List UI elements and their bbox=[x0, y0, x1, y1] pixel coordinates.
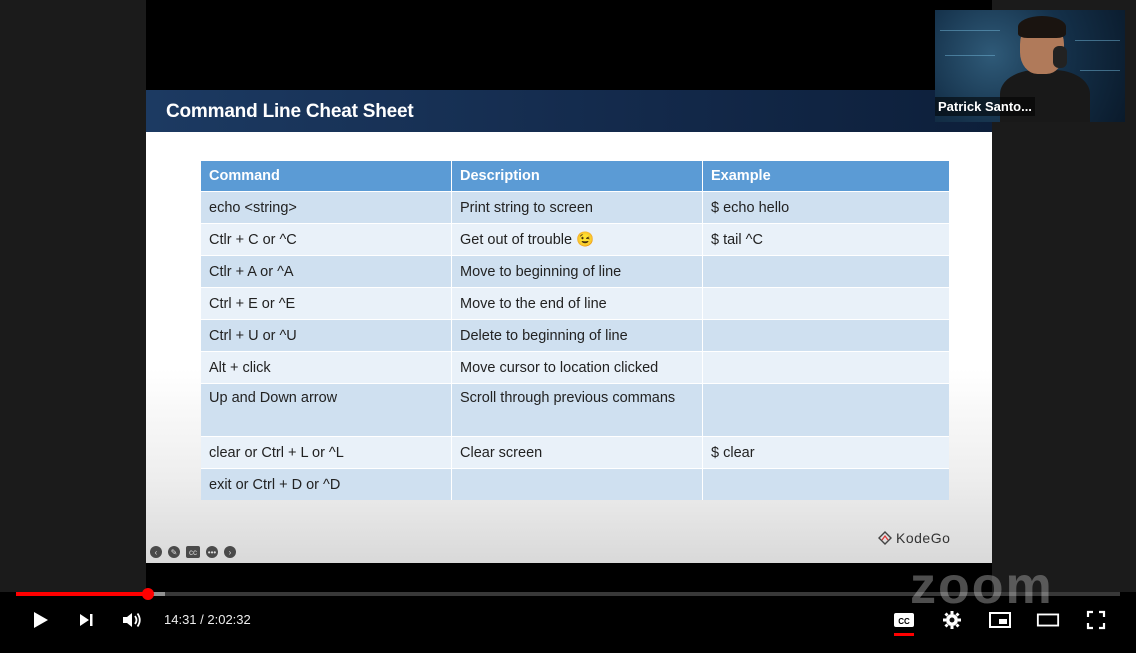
table-row: Alt + click Move cursor to location clic… bbox=[201, 351, 949, 384]
fullscreen-icon bbox=[1086, 610, 1106, 630]
cell-example bbox=[702, 287, 949, 320]
table-row: Up and Down arrow Scroll through previou… bbox=[201, 383, 949, 437]
cell-command: echo <string> bbox=[201, 191, 452, 224]
table-header-row: Command Description Example bbox=[201, 161, 949, 192]
miniplayer-icon bbox=[989, 612, 1011, 628]
zoom-annotation-toolbar: ‹ ✎ cc ••• › bbox=[150, 546, 236, 558]
settings-icon bbox=[943, 611, 961, 629]
fullscreen-button[interactable] bbox=[1084, 608, 1108, 632]
cell-description: Clear screen bbox=[451, 436, 703, 469]
cell-command: Ctlr + C or ^C bbox=[201, 223, 452, 256]
column-header-example: Example bbox=[702, 161, 949, 192]
cell-description: Delete to beginning of line bbox=[451, 319, 703, 352]
next-button[interactable] bbox=[74, 608, 98, 632]
player-controls: 14:31 / 2:02:32 CC bbox=[0, 600, 1136, 640]
table-row: exit or Ctrl + D or ^D bbox=[201, 468, 949, 500]
cell-description: Scroll through previous commans bbox=[451, 383, 703, 437]
video-letterbox-left bbox=[0, 0, 146, 592]
table-row: Ctrl + U or ^U Delete to beginning of li… bbox=[201, 319, 949, 352]
circuit-line bbox=[945, 55, 995, 56]
cell-description: Move to the end of line bbox=[451, 287, 703, 320]
play-button[interactable] bbox=[28, 608, 52, 632]
kodego-logo-text: KodeGo bbox=[896, 530, 951, 546]
settings-button[interactable] bbox=[940, 608, 964, 632]
more-icon: ••• bbox=[206, 546, 218, 558]
table-row: echo <string> Print string to screen $ e… bbox=[201, 191, 949, 224]
slide-top-band bbox=[146, 10, 992, 90]
cell-description: Get out of trouble 😉 bbox=[451, 223, 703, 256]
progress-bar[interactable] bbox=[16, 588, 1120, 600]
cell-command: exit or Ctrl + D or ^D bbox=[201, 468, 452, 500]
cell-command: clear or Ctrl + L or ^L bbox=[201, 436, 452, 469]
cell-command: Ctrl + E or ^E bbox=[201, 287, 452, 320]
cell-command: Ctlr + A or ^A bbox=[201, 255, 452, 288]
column-header-description: Description bbox=[451, 161, 703, 192]
cell-example bbox=[702, 351, 949, 384]
cell-example bbox=[702, 468, 949, 500]
cell-example bbox=[702, 255, 949, 288]
cell-description: Move to beginning of line bbox=[451, 255, 703, 288]
arrow-left-icon: ‹ bbox=[150, 546, 162, 558]
cheat-sheet-table: Command Description Example echo <string… bbox=[201, 161, 949, 500]
cell-description bbox=[451, 468, 703, 500]
slide-header: Command Line Cheat Sheet bbox=[146, 90, 992, 132]
pencil-icon: ✎ bbox=[168, 546, 180, 558]
captions-icon: CC bbox=[894, 613, 914, 627]
table-row: Ctlr + C or ^C Get out of trouble 😉 $ ta… bbox=[201, 223, 949, 256]
time-display: 14:31 / 2:02:32 bbox=[164, 612, 251, 627]
circuit-line bbox=[940, 30, 1000, 31]
arrow-right-icon: › bbox=[224, 546, 236, 558]
cell-example: $ echo hello bbox=[702, 191, 949, 224]
circuit-line bbox=[1080, 70, 1120, 71]
cell-example bbox=[702, 383, 949, 437]
miniplayer-button[interactable] bbox=[988, 608, 1012, 632]
theater-mode-button[interactable] bbox=[1036, 608, 1060, 632]
video-player[interactable]: Command Line Cheat Sheet Command Descrip… bbox=[0, 0, 1136, 653]
circuit-line bbox=[1075, 40, 1120, 41]
theater-icon bbox=[1036, 613, 1060, 627]
slide-title: Command Line Cheat Sheet bbox=[166, 101, 414, 122]
presenter-hair bbox=[1018, 16, 1066, 38]
cell-description: Move cursor to location clicked bbox=[451, 351, 703, 384]
microphone-icon bbox=[1053, 46, 1067, 68]
table-row: clear or Ctrl + L or ^L Clear screen $ c… bbox=[201, 436, 949, 469]
kodego-logo-icon bbox=[878, 531, 892, 545]
slide-footer bbox=[146, 563, 992, 592]
svg-text:CC: CC bbox=[898, 617, 910, 626]
captions-button[interactable]: CC bbox=[892, 608, 916, 632]
cell-example: $ tail ^C bbox=[702, 223, 949, 256]
kodego-logo: KodeGo bbox=[878, 530, 950, 546]
volume-button[interactable] bbox=[120, 608, 144, 632]
cell-example bbox=[702, 319, 949, 352]
volume-icon bbox=[123, 612, 141, 628]
column-header-command: Command bbox=[201, 161, 452, 192]
cell-command: Ctrl + U or ^U bbox=[201, 319, 452, 352]
webcam-name-label: Patrick Santo... bbox=[935, 97, 1035, 116]
cell-command: Alt + click bbox=[201, 351, 452, 384]
cell-example: $ clear bbox=[702, 436, 949, 469]
progress-played bbox=[16, 592, 149, 596]
table-row: Ctlr + A or ^A Move to beginning of line bbox=[201, 255, 949, 288]
captions-small-icon: cc bbox=[186, 546, 200, 558]
cell-description: Print string to screen bbox=[451, 191, 703, 224]
captions-active-indicator bbox=[894, 633, 914, 636]
play-icon bbox=[34, 612, 48, 628]
table-row: Ctrl + E or ^E Move to the end of line bbox=[201, 287, 949, 320]
cell-command: Up and Down arrow bbox=[201, 383, 452, 437]
next-icon bbox=[80, 614, 93, 626]
webcam-overlay: Patrick Santo... bbox=[935, 10, 1125, 122]
